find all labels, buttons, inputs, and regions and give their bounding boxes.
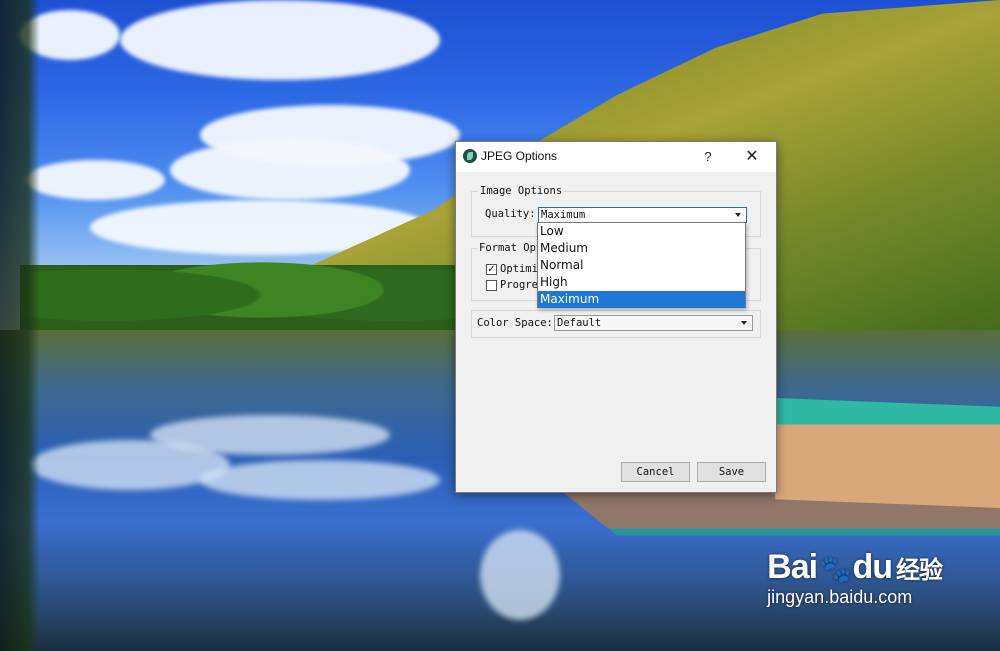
- quality-option-low[interactable]: Low: [538, 223, 745, 240]
- progressive-checkbox[interactable]: [486, 280, 497, 291]
- cloud-reflection: [150, 415, 390, 455]
- quality-dropdown-list: Low Medium Normal High Maximum: [537, 222, 746, 308]
- optimized-label: Optimi: [500, 263, 538, 275]
- color-space-select-value: Default: [557, 317, 602, 329]
- quality-option-high[interactable]: High: [538, 274, 745, 291]
- quality-option-maximum[interactable]: Maximum: [538, 291, 745, 308]
- tree-line: [20, 235, 460, 335]
- progressive-label: Progre: [500, 279, 538, 291]
- save-button[interactable]: Save: [697, 462, 766, 482]
- app-icon: [463, 149, 477, 163]
- optimized-checkbox[interactable]: ✓: [486, 264, 497, 275]
- watermark-brand-left: Bai: [767, 548, 818, 586]
- paw-icon: 🐾: [819, 554, 851, 584]
- format-options-label: Format Opt: [477, 242, 545, 254]
- cancel-button[interactable]: Cancel: [621, 462, 690, 482]
- chevron-down-icon: [741, 321, 747, 325]
- cloud: [120, 0, 440, 80]
- cloud: [170, 140, 410, 200]
- dialog-titlebar[interactable]: JPEG Options ? ✕: [456, 142, 776, 172]
- left-foliage-shadow: [0, 0, 40, 651]
- watermark-cn-text: 经验: [896, 557, 943, 584]
- watermark-brand-right: du: [852, 548, 893, 586]
- color-space-label: Color Space:: [477, 317, 553, 329]
- quality-select-value: Maximum: [541, 209, 586, 221]
- watermark-url: jingyan.baidu.com: [767, 587, 913, 607]
- chevron-down-icon: [735, 213, 741, 217]
- quality-label: Quality:: [485, 208, 536, 220]
- quality-option-medium[interactable]: Medium: [538, 240, 745, 257]
- image-options-label: Image Options: [478, 185, 565, 197]
- cloud: [25, 160, 165, 200]
- baidu-watermark: Bai🐾du 经验 jingyan.baidu.com: [767, 548, 943, 608]
- help-button[interactable]: ?: [697, 146, 719, 168]
- dialog-title: JPEG Options: [481, 149, 558, 163]
- watermark-logo: Bai🐾du 经验: [767, 548, 943, 587]
- cloud-reflection: [200, 460, 440, 500]
- close-button[interactable]: ✕: [741, 146, 763, 168]
- boat: [775, 398, 1000, 508]
- color-space-select[interactable]: Default: [554, 315, 753, 331]
- quality-select[interactable]: Maximum: [538, 207, 747, 223]
- quality-option-normal[interactable]: Normal: [538, 257, 745, 274]
- cloud-reflection: [480, 530, 560, 620]
- jpeg-options-dialog: JPEG Options ? ✕ Image Options Quality: …: [455, 141, 777, 493]
